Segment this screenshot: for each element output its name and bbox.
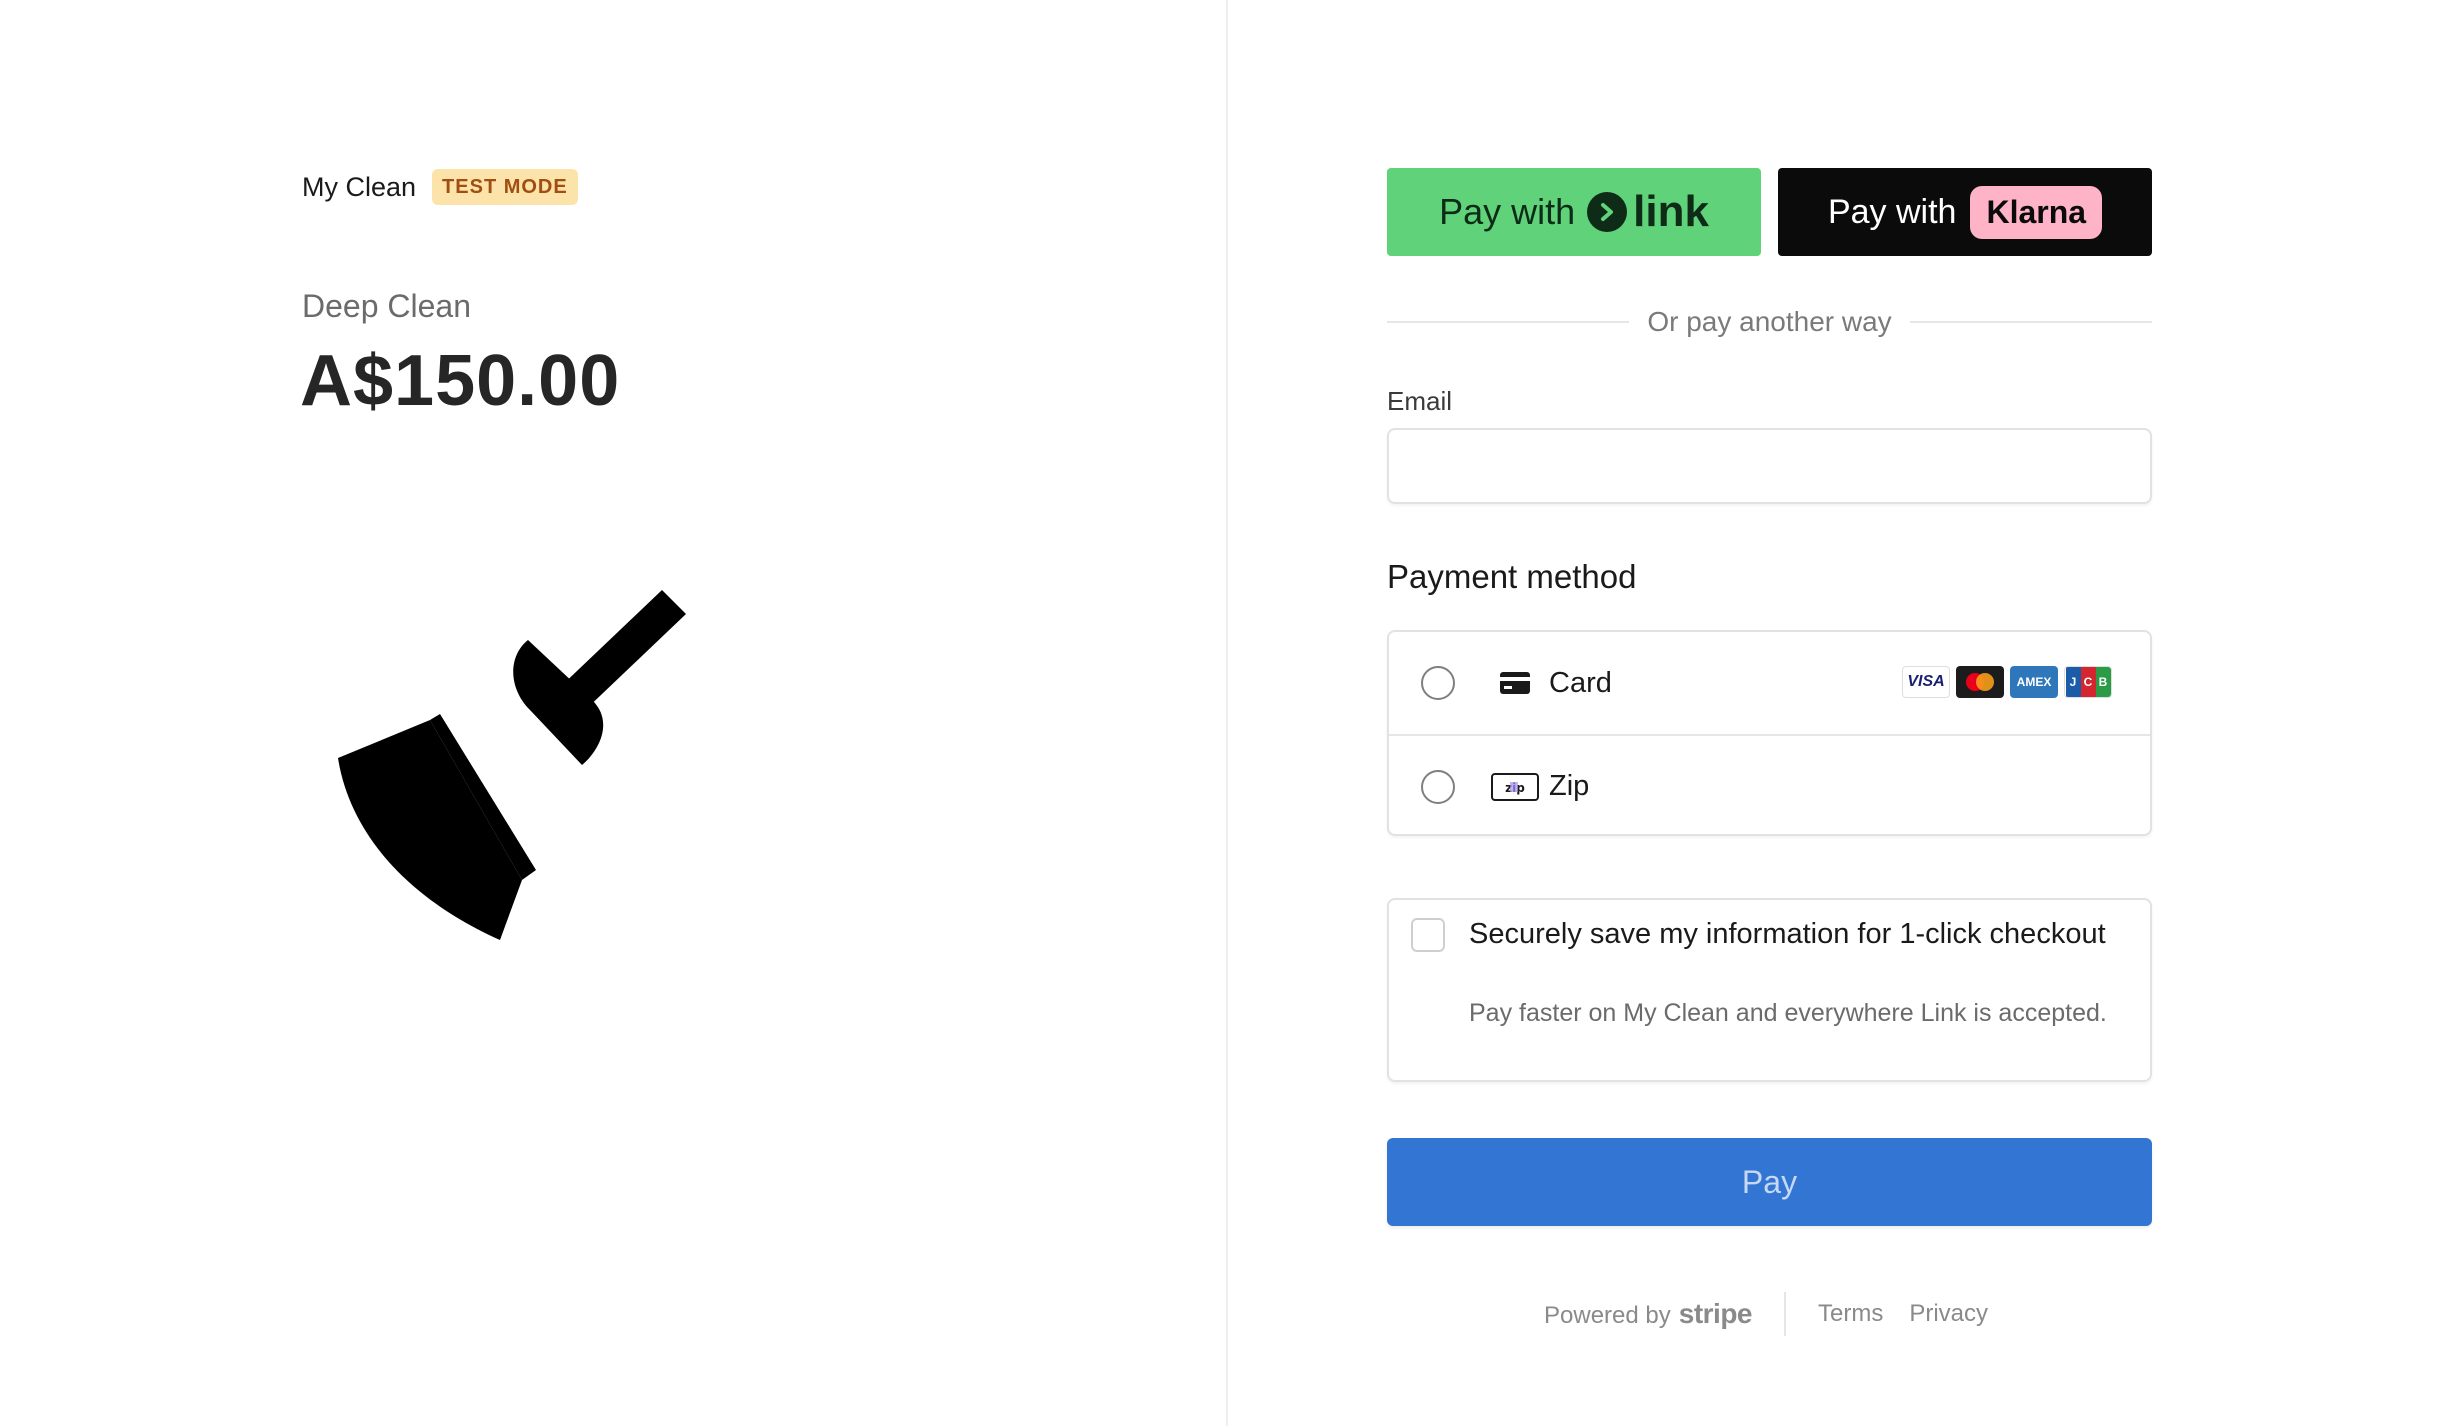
merchant-name: My Clean bbox=[302, 171, 417, 202]
link-logo: link bbox=[1587, 187, 1709, 237]
jcb-letter-j: J bbox=[2065, 667, 2081, 697]
merchant-header: My Clean TEST MODE bbox=[302, 166, 578, 208]
visa-icon: VISA bbox=[1902, 666, 1950, 698]
terms-link[interactable]: Terms bbox=[1818, 1300, 1883, 1328]
amex-icon: AMEX bbox=[2010, 666, 2058, 698]
broom-icon bbox=[330, 590, 720, 970]
footer: Powered by stripe Terms Privacy bbox=[1544, 1292, 1988, 1336]
or-divider-text: Or pay another way bbox=[1647, 306, 1892, 337]
payment-method-options: Card VISA AMEX J C B zip Zip bbox=[1387, 630, 2152, 836]
zip-label: Zip bbox=[1549, 769, 1590, 802]
mastercard-icon bbox=[1956, 666, 2004, 698]
order-summary-panel: My Clean TEST MODE Deep Clean A$150.00 bbox=[0, 0, 1226, 1426]
jcb-icon: J C B bbox=[2064, 666, 2112, 698]
payment-panel: Pay with link Pay with Klarna Or pay ano… bbox=[1228, 0, 2438, 1426]
privacy-link[interactable]: Privacy bbox=[1909, 1300, 1988, 1328]
jcb-letter-c: C bbox=[2080, 667, 2096, 697]
divider-line-left bbox=[1387, 321, 1630, 323]
pay-button[interactable]: Pay bbox=[1387, 1138, 2152, 1226]
save-info-description: Pay faster on My Clean and everywhere Li… bbox=[1469, 999, 2107, 1027]
divider-line-right bbox=[1909, 321, 2152, 323]
link-wordmark: link bbox=[1633, 187, 1709, 236]
pay-with-link-button[interactable]: Pay with link bbox=[1387, 168, 1761, 256]
pay-with-klarna-button[interactable]: Pay with Klarna bbox=[1778, 168, 2152, 256]
email-field[interactable] bbox=[1387, 428, 2152, 504]
stripe-logo: stripe bbox=[1678, 1298, 1753, 1329]
link-button-prefix: Pay with bbox=[1439, 191, 1576, 232]
payment-option-card[interactable]: Card VISA AMEX J C B bbox=[1389, 632, 2150, 734]
test-mode-badge: TEST MODE bbox=[432, 169, 578, 205]
save-info-checkbox[interactable] bbox=[1411, 918, 1445, 952]
klarna-button-prefix: Pay with bbox=[1827, 192, 1957, 231]
credit-card-icon bbox=[1489, 664, 1541, 702]
or-divider: Or pay another way bbox=[1387, 300, 2152, 344]
card-radio[interactable] bbox=[1421, 666, 1455, 700]
payment-option-zip[interactable]: zip Zip bbox=[1389, 734, 2150, 834]
express-checkout-row: Pay with link Pay with Klarna bbox=[1387, 168, 2152, 256]
product-price: A$150.00 bbox=[300, 341, 621, 421]
save-info-box: Securely save my information for 1-click… bbox=[1387, 898, 2152, 1082]
powered-by-stripe[interactable]: Powered by stripe bbox=[1544, 1298, 1753, 1330]
footer-divider bbox=[1784, 1292, 1786, 1336]
jcb-letter-b: B bbox=[2095, 667, 2111, 697]
zip-logo-icon: zip bbox=[1489, 768, 1541, 806]
card-brand-logos: VISA AMEX J C B bbox=[1896, 666, 2112, 698]
payment-method-heading: Payment method bbox=[1387, 558, 1637, 595]
powered-by-text: Powered by bbox=[1544, 1302, 1671, 1329]
email-label: Email bbox=[1387, 386, 1453, 416]
chevron-right-icon bbox=[1587, 192, 1628, 232]
zip-radio[interactable] bbox=[1421, 770, 1455, 804]
save-info-title: Securely save my information for 1-click… bbox=[1469, 918, 2106, 950]
klarna-logo: Klarna bbox=[1970, 185, 2103, 239]
card-label: Card bbox=[1549, 666, 1612, 699]
product-name: Deep Clean bbox=[302, 288, 471, 324]
